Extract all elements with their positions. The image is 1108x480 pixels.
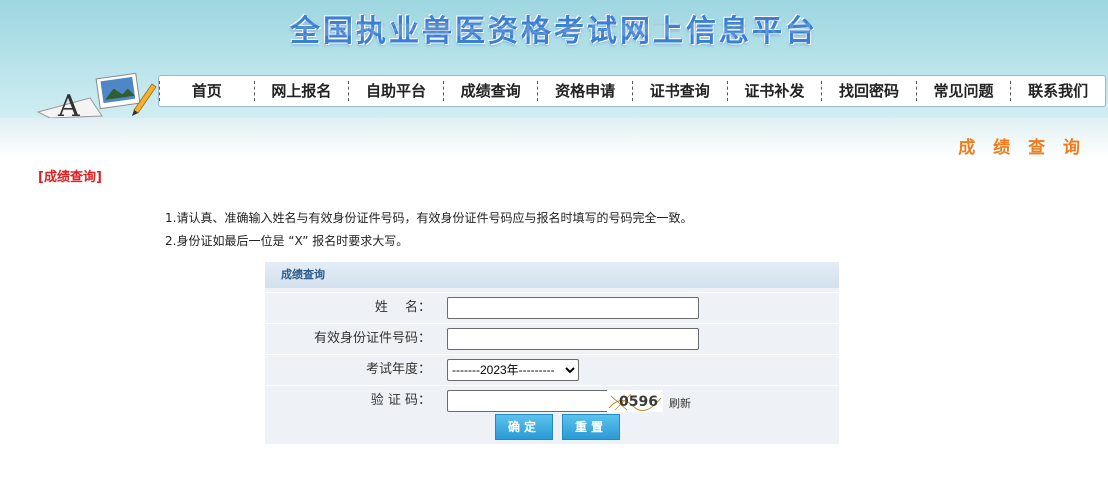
page-heading: 成 绩 查 询 [958,138,1086,158]
nav-item-certificate-query[interactable]: 证书查询 [631,81,727,101]
site-title-reflection: 全国执业兽医资格考试网上信息平台 [290,20,818,37]
nav-item-score-query[interactable]: 成绩查询 [442,81,538,101]
nav-item-contact-us[interactable]: 联系我们 [1010,81,1105,101]
exam-year-label: 考试年度： [365,362,431,377]
nav-item-online-registration[interactable]: 网上报名 [253,81,349,101]
name-input[interactable] [447,297,699,319]
site-header: 全国执业兽医资格考试网上信息平台 全国执业兽医资格考试网上信息平台 A 首页 网… [0,0,1108,118]
nav-item-certificate-reissue[interactable]: 证书补发 [726,81,822,101]
svg-text:A: A [57,89,80,118]
nav-item-qualification-application[interactable]: 资格申请 [537,81,632,101]
id-number-input[interactable] [447,328,699,350]
captcha-image[interactable]: 0596 [607,390,663,412]
instruction-note-2: 2.身份证如最后一位是 “X” 报名时要求大写。 [165,234,409,248]
form-title: 成绩查询 [265,262,839,288]
captcha-text: 0596 [619,394,658,410]
nav-item-home[interactable]: 首页 [159,81,254,101]
exam-year-row: 考试年度： -------2023年--------- [265,354,839,385]
reset-button[interactable]: 重置 [562,414,620,440]
nav-item-self-service[interactable]: 自助平台 [348,81,443,101]
logo-icon: A [36,72,157,118]
name-label: 姓 名： [374,300,431,315]
breadcrumb: [成绩查询] [38,170,102,185]
captcha-label: 验 证 码： [370,393,431,408]
name-row: 姓 名： [265,292,839,323]
id-number-row: 有效身份证件号码： [265,323,839,354]
main-nav: 首页 网上报名 自助平台 成绩查询 资格申请 证书查询 证书补发 找回密码 常见… [158,75,1106,107]
nav-item-recover-password[interactable]: 找回密码 [821,81,916,101]
score-query-form: 成绩查询 姓 名： 有效身份证件号码： 考试年度： -------2023年--… [265,262,839,444]
captcha-refresh-link[interactable]: 刷新 [669,395,691,411]
confirm-button[interactable]: 确定 [495,414,553,440]
exam-year-select[interactable]: -------2023年--------- [447,359,579,381]
instruction-note-1: 1.请认真、准确输入姓名与有效身份证件号码，有效身份证件号码应与报名时填写的号码… [165,211,693,225]
nav-item-faq[interactable]: 常见问题 [915,81,1011,101]
captcha-row: 验 证 码： 0596 刷新 [265,385,839,416]
sub-header-band [0,118,1108,158]
captcha-input[interactable] [447,390,609,412]
id-number-label: 有效身份证件号码： [313,331,431,346]
